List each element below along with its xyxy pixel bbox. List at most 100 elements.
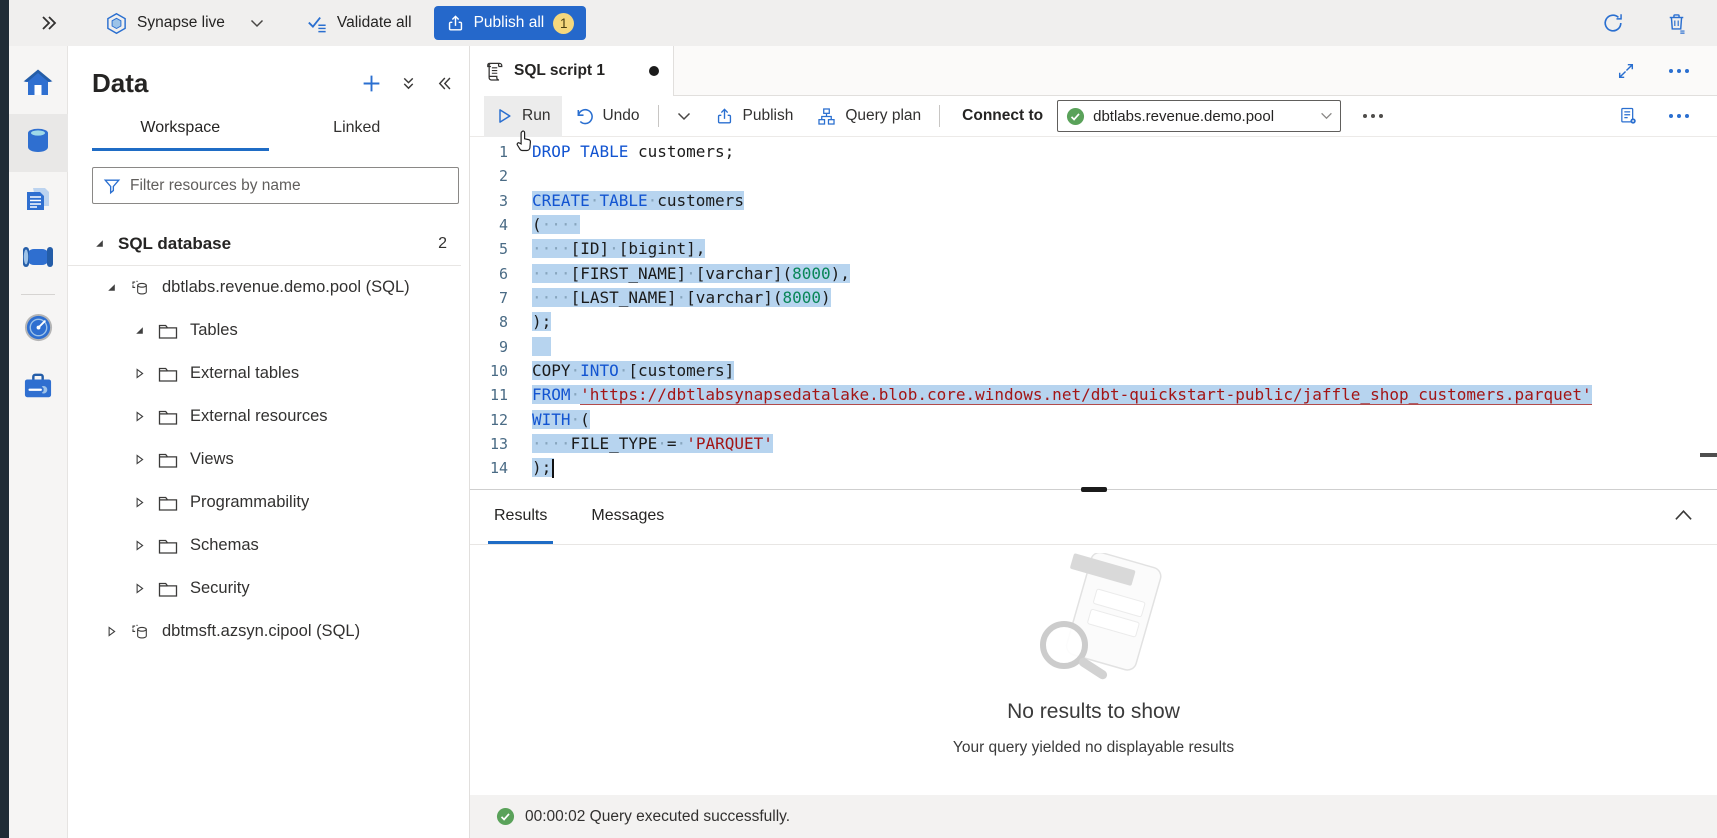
code-line[interactable]: 14); xyxy=(470,456,1717,480)
editor-scrollbar[interactable] xyxy=(1700,453,1717,457)
expanded-triangle-icon[interactable] xyxy=(94,238,105,249)
refresh-icon[interactable] xyxy=(1602,12,1624,34)
code-line[interactable]: 3CREATE·TABLE·customers xyxy=(470,189,1717,213)
code-line[interactable]: 10COPY·INTO·[customers] xyxy=(470,359,1717,383)
nav-develop[interactable] xyxy=(9,172,68,230)
code-line[interactable]: 11FROM·'https://dbtlabsynapsedatalake.bl… xyxy=(470,383,1717,407)
tree-item[interactable]: dbtlabs.revenue.demo.pool (SQL) xyxy=(68,266,469,309)
run-options-chevron[interactable] xyxy=(665,96,703,137)
empty-results-title: No results to show xyxy=(1007,700,1180,724)
chevron-down-icon xyxy=(677,112,691,121)
collapsed-triangle-icon[interactable] xyxy=(134,411,145,422)
tab-more-options-icon[interactable] xyxy=(1663,69,1695,73)
tree-item-label: External tables xyxy=(190,364,299,383)
line-number[interactable]: 11 xyxy=(470,383,532,407)
expanded-triangle-icon[interactable] xyxy=(134,325,145,336)
collapsed-triangle-icon[interactable] xyxy=(134,368,145,379)
tree-item[interactable]: Schemas xyxy=(68,524,469,567)
editor-column: SQL script 1 Run xyxy=(470,46,1717,838)
filter-box xyxy=(92,167,459,204)
discard-trash-icon[interactable] xyxy=(1666,12,1687,34)
collapse-results-icon[interactable] xyxy=(1674,508,1693,526)
sql-code-editor[interactable]: 1DROP TABLE customers;23CREATE·TABLE·cus… xyxy=(470,137,1717,489)
publish-button[interactable]: Publish xyxy=(703,96,806,137)
tree-item-label: Views xyxy=(190,450,234,469)
line-number[interactable]: 13 xyxy=(470,432,532,456)
line-number[interactable]: 10 xyxy=(470,359,532,383)
code-line[interactable]: 6····[FIRST_NAME]·[varchar](8000), xyxy=(470,262,1717,286)
collapsed-triangle-icon[interactable] xyxy=(134,497,145,508)
code-line[interactable]: 7····[LAST_NAME]·[varchar](8000) xyxy=(470,286,1717,310)
nav-home[interactable] xyxy=(9,56,68,114)
code-line[interactable]: 8); xyxy=(470,310,1717,334)
line-number[interactable]: 2 xyxy=(470,164,532,188)
expanded-triangle-icon[interactable] xyxy=(106,282,117,293)
editor-toolbar: Run Undo xyxy=(470,96,1717,137)
rail-divider xyxy=(21,294,55,295)
undo-button[interactable]: Undo xyxy=(562,96,651,137)
tree-item[interactable]: Tables xyxy=(68,309,469,352)
code-line[interactable]: 13····FILE_TYPE·=·'PARQUET' xyxy=(470,432,1717,456)
pane-resize-handle[interactable] xyxy=(1081,487,1107,492)
collapsed-triangle-icon[interactable] xyxy=(106,626,117,637)
add-resource-icon[interactable] xyxy=(361,73,382,94)
tab-linked[interactable]: Linked xyxy=(269,119,446,151)
tree-item[interactable]: External resources xyxy=(68,395,469,438)
line-number[interactable]: 3 xyxy=(470,189,532,213)
code-line[interactable]: 2 xyxy=(470,164,1717,188)
line-number[interactable]: 1 xyxy=(470,140,532,164)
tab-sql-script-1[interactable]: SQL script 1 xyxy=(470,46,674,96)
expand-editor-icon[interactable] xyxy=(1617,62,1635,80)
properties-icon[interactable] xyxy=(1618,106,1639,126)
query-plan-button[interactable]: Query plan xyxy=(805,96,933,137)
double-chevron-right-icon[interactable] xyxy=(39,14,59,32)
collapsed-triangle-icon[interactable] xyxy=(134,540,145,551)
line-number[interactable]: 6 xyxy=(470,262,532,286)
double-chevron-down-icon[interactable] xyxy=(400,75,417,92)
nav-manage[interactable] xyxy=(9,359,68,417)
connect-pool-dropdown[interactable]: dbtlabs.revenue.demo.pool xyxy=(1057,100,1341,132)
data-panel: Data Workspace L xyxy=(68,46,470,838)
nav-monitor[interactable] xyxy=(9,301,68,359)
code-line[interactable]: 1DROP TABLE customers; xyxy=(470,140,1717,164)
tree-item-label: dbtmsft.azsyn.cipool (SQL) xyxy=(162,622,360,641)
nav-integrate[interactable] xyxy=(9,230,68,288)
line-number[interactable]: 14 xyxy=(470,456,532,480)
line-number[interactable]: 7 xyxy=(470,286,532,310)
tab-workspace[interactable]: Workspace xyxy=(92,119,269,151)
tree-item[interactable]: Views xyxy=(68,438,469,481)
line-number[interactable]: 12 xyxy=(470,408,532,432)
validate-all-button[interactable]: Validate all xyxy=(306,13,412,33)
panel-title: Data xyxy=(92,68,148,99)
code-line[interactable]: 12WITH·( xyxy=(470,408,1717,432)
filter-input[interactable] xyxy=(130,177,448,195)
nav-data[interactable] xyxy=(9,114,68,172)
status-text: 00:00:02 Query executed successfully. xyxy=(525,808,790,826)
more-commands-icon[interactable] xyxy=(1357,114,1389,118)
collapsed-triangle-icon[interactable] xyxy=(134,454,145,465)
tree-item-count: 2 xyxy=(438,235,447,253)
line-number[interactable]: 9 xyxy=(470,335,532,359)
code-line[interactable]: 9 xyxy=(470,335,1717,359)
publish-all-button[interactable]: Publish all 1 xyxy=(434,6,587,40)
tree-item[interactable]: dbtmsft.azsyn.cipool (SQL) xyxy=(68,610,469,653)
collapse-panel-icon[interactable] xyxy=(435,75,453,92)
tree-item[interactable]: Programmability xyxy=(68,481,469,524)
query-plan-icon xyxy=(817,107,836,126)
tree-item[interactable]: External tables xyxy=(68,352,469,395)
code-line[interactable]: 5····[ID]·[bigint], xyxy=(470,237,1717,261)
collapsed-triangle-icon[interactable] xyxy=(134,583,145,594)
code-line[interactable]: 4(···· xyxy=(470,213,1717,237)
tree-item-label: Security xyxy=(190,579,250,598)
synapse-live-selector[interactable]: Synapse live xyxy=(105,12,264,35)
tab-messages[interactable]: Messages xyxy=(585,490,670,544)
line-number[interactable]: 5 xyxy=(470,237,532,261)
line-number[interactable]: 8 xyxy=(470,310,532,334)
tree-item[interactable]: SQL database2 xyxy=(68,222,461,266)
tree-item-label: Tables xyxy=(190,321,238,340)
line-number[interactable]: 4 xyxy=(470,213,532,237)
run-button[interactable]: Run xyxy=(484,96,562,137)
tab-results[interactable]: Results xyxy=(488,490,553,544)
editor-more-options-icon[interactable] xyxy=(1663,114,1695,118)
tree-item[interactable]: Security xyxy=(68,567,469,610)
